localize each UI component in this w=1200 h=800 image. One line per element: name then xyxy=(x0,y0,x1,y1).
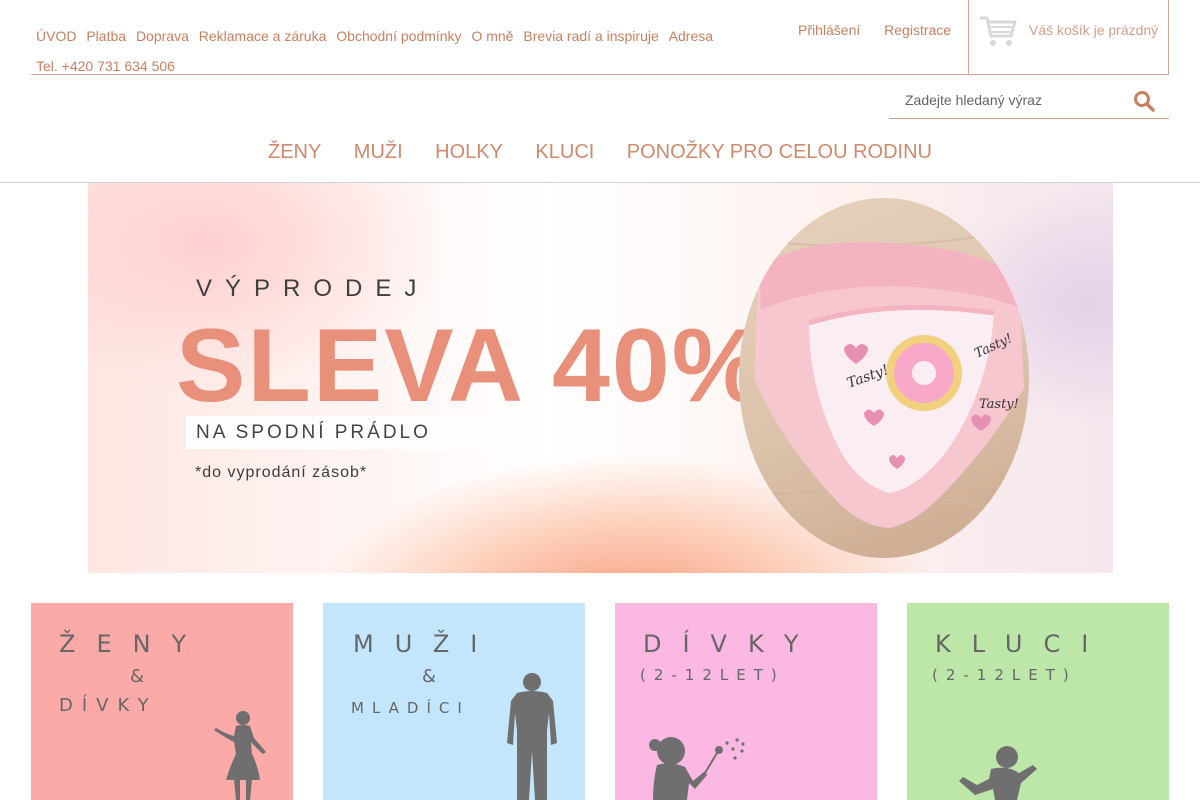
nav-ponozky[interactable]: PONOŽKY PRO CELOU RODINU xyxy=(627,130,932,174)
tile-subtitle: (2-12LET) xyxy=(640,666,785,684)
nav-kluci[interactable]: KLUCI xyxy=(535,130,594,174)
product-print-tasty-3: Tasty! xyxy=(979,397,1019,412)
product-panties-image: Tasty! Tasty! Tasty! xyxy=(739,227,1029,528)
login-link[interactable]: Přihlášení xyxy=(798,22,860,38)
nav-muzi[interactable]: MUŽI xyxy=(354,130,403,174)
phone-number: Tel. +420 731 634 506 xyxy=(36,58,175,74)
tile-subtitle: MLADÍCI xyxy=(351,699,470,717)
product-photo: Tasty! Tasty! Tasty! xyxy=(739,198,1029,558)
search-bar xyxy=(889,83,1169,119)
banner-note: *do vyprodání zásob* xyxy=(195,464,368,481)
woman-silhouette-icon xyxy=(214,711,266,800)
top-link-doprava[interactable]: Doprava xyxy=(136,21,189,51)
banner-subtitle-box: NA SPODNÍ PRÁDLO xyxy=(186,416,503,449)
banner-kicker: VÝPRODEJ xyxy=(196,275,430,302)
main-navigation: ŽENY MUŽI HOLKY KLUCI PONOŽKY PRO CELOU … xyxy=(0,130,1200,183)
account-links: Přihlášení Registrace xyxy=(798,21,971,39)
top-link-platba[interactable]: Platba xyxy=(86,21,126,51)
tile-ampersand: & xyxy=(422,666,446,687)
cart-status: Váš košík je prázdný xyxy=(1029,22,1159,38)
banner-headline: SLEVA 40% xyxy=(176,308,767,424)
tile-subtitle: DÍVKY xyxy=(59,695,158,716)
cart-widget[interactable]: Váš košík je prázdný xyxy=(968,0,1169,75)
top-link-adresa[interactable]: Adresa xyxy=(669,21,713,51)
banner-subtitle: NA SPODNÍ PRÁDLO xyxy=(196,422,431,443)
tile-title: MUŽI xyxy=(353,630,499,658)
boy-jumping-icon xyxy=(959,746,1037,800)
top-link-obchodni-podminky[interactable]: Obchodní podmínky xyxy=(336,21,461,51)
top-bar: ÚVOD Platba Doprava Reklamace a záruka O… xyxy=(31,0,1169,75)
promo-banner[interactable]: VÝPRODEJ SLEVA 40% NA SPODNÍ PRÁDLO *do … xyxy=(88,183,1113,573)
tile-subtitle: (2-12LET) xyxy=(932,666,1077,684)
tile-ampersand: & xyxy=(130,666,154,687)
category-tile-kluci[interactable]: KLUCI (2-12LET) xyxy=(907,603,1169,800)
top-link-uvod[interactable]: ÚVOD xyxy=(36,21,76,51)
nav-zeny[interactable]: ŽENY xyxy=(268,130,321,174)
top-link-o-mne[interactable]: O mně xyxy=(471,21,513,51)
top-link-brevia-radi[interactable]: Brevia radí a inspiruje xyxy=(523,21,658,51)
girl-blowing-dandelion-icon xyxy=(649,737,745,800)
category-tile-muzi-mladici[interactable]: MUŽI & MLADÍCI xyxy=(323,603,585,800)
category-tile-zeny-divky[interactable]: ŽENY & DÍVKY xyxy=(31,603,293,800)
tile-title: ŽENY xyxy=(59,630,208,658)
register-link[interactable]: Registrace xyxy=(884,22,951,38)
man-silhouette-icon xyxy=(507,673,557,800)
search-icon[interactable] xyxy=(1133,90,1155,112)
category-tile-divky[interactable]: DÍVKY (2-12LET) xyxy=(615,603,877,800)
search-input[interactable] xyxy=(889,83,1129,117)
top-links: ÚVOD Platba Doprava Reklamace a záruka O… xyxy=(36,21,776,81)
nav-holky[interactable]: HOLKY xyxy=(435,130,503,174)
cart-icon xyxy=(979,16,1017,46)
tile-title: KLUCI xyxy=(935,630,1110,658)
top-link-reklamace[interactable]: Reklamace a záruka xyxy=(199,21,327,51)
tile-title: DÍVKY xyxy=(643,630,820,658)
